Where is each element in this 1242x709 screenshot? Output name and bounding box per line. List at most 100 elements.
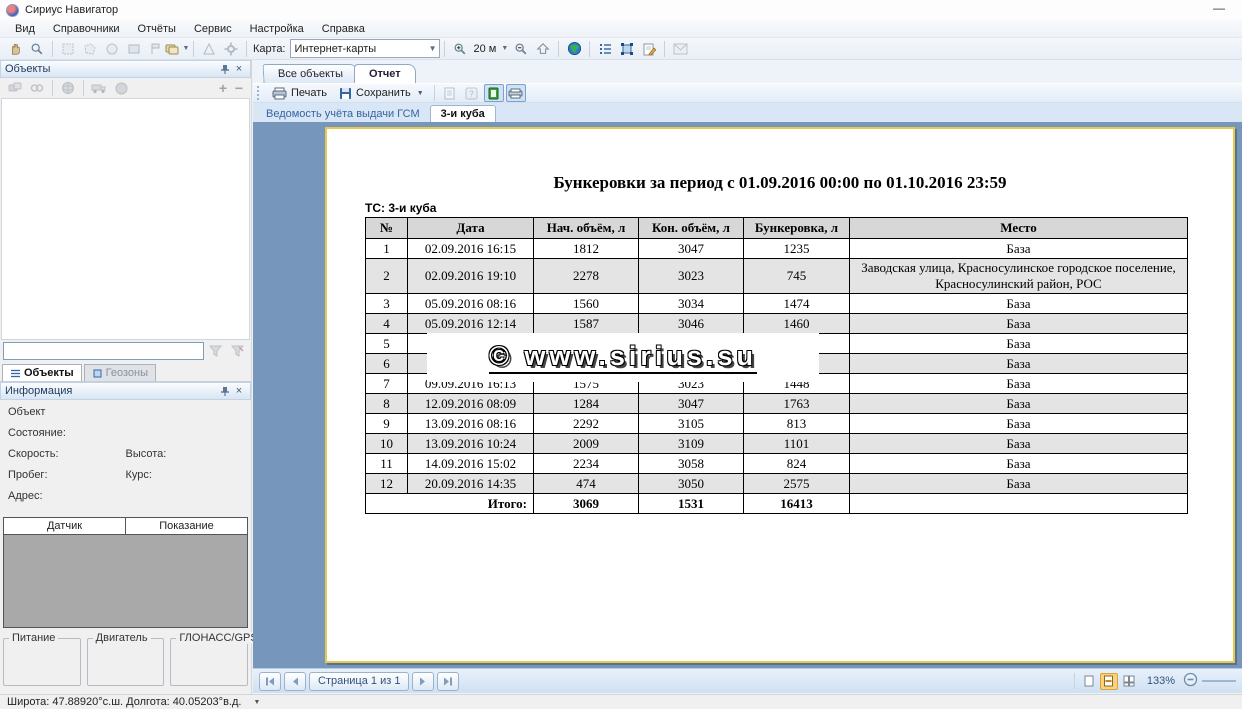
tab-all-objects[interactable]: Все объекты [263, 64, 359, 83]
print-button[interactable]: Печать [266, 86, 333, 101]
toolbar-separator [1074, 673, 1075, 689]
ruler-flag-icon[interactable] [146, 39, 166, 59]
first-page-button[interactable] [259, 672, 281, 691]
table-row: 3 05.09.2016 08:16 1560 3034 1474 База [366, 294, 1188, 314]
angle-measure-icon[interactable] [199, 39, 219, 59]
circle-select-icon[interactable] [102, 39, 122, 59]
print-layout-icon[interactable] [506, 84, 526, 102]
toolbar-grip[interactable] [257, 86, 262, 100]
next-page-button[interactable] [412, 672, 434, 691]
menu-item[interactable]: Настройка [241, 20, 313, 38]
objects-panel-header: Объекты × [0, 60, 251, 78]
status-dropdown-icon[interactable]: ▼ [253, 699, 260, 706]
menu-item[interactable]: Вид [6, 20, 44, 38]
remove-object-icon[interactable]: − [231, 80, 247, 96]
vehicle-group-icon[interactable] [5, 78, 25, 98]
menu-item[interactable]: Справочники [44, 20, 129, 38]
clear-filter-icon[interactable] [227, 341, 247, 361]
tab-gsm-report[interactable]: Ведомость учёта выдачи ГСМ [256, 106, 430, 122]
last-page-button[interactable] [437, 672, 459, 691]
home-icon[interactable] [533, 39, 553, 59]
status-bar: Широта: 47.88920°с.ш. Долгота: 40.05203°… [0, 694, 1242, 709]
page-setup-icon[interactable] [440, 84, 460, 102]
menu-item[interactable]: Справка [313, 20, 374, 38]
web-icon[interactable] [58, 78, 78, 98]
report-viewer[interactable]: Бункеровки за период с 01.09.2016 00:00 … [253, 122, 1242, 668]
zoom-in-icon[interactable] [450, 39, 470, 59]
info-panel-header: Информация × [0, 382, 251, 400]
app-window: Сириус Навигатор — Вид Справочники Отчёт… [0, 0, 1242, 709]
globe-icon[interactable] [564, 39, 584, 59]
page-indicator: Страница 1 из 1 [309, 672, 409, 691]
pan-hand-icon[interactable] [5, 39, 25, 59]
pin-icon[interactable] [218, 62, 232, 76]
single-page-view-icon[interactable] [1080, 673, 1098, 690]
tab-objects[interactable]: Объекты [2, 364, 82, 381]
menu-item[interactable]: Отчёты [129, 20, 185, 38]
settings-gear-icon[interactable] [221, 39, 241, 59]
report-sub-tabs: Ведомость учёта выдачи ГСМ 3-и куба [253, 103, 1242, 122]
truck-icon[interactable] [89, 78, 109, 98]
left-panel-tabs: Объекты Геозоны [0, 362, 251, 382]
toolbar-separator [193, 41, 194, 57]
zoom-out-icon[interactable] [511, 39, 531, 59]
table-row: 9 13.09.2016 08:16 2292 3105 813 База [366, 414, 1188, 434]
close-icon[interactable]: × [232, 62, 246, 76]
filter-input[interactable] [3, 342, 204, 360]
help-icon[interactable]: ? [462, 84, 482, 102]
objects-list[interactable] [1, 98, 250, 340]
toolbar-separator [434, 85, 435, 101]
track-list-icon[interactable] [595, 39, 615, 59]
status-groups: Питание Двигатель ГЛОНАСС/GPS [0, 628, 251, 686]
tab-report[interactable]: Отчет [354, 64, 416, 83]
rect-zoom-icon[interactable] [124, 39, 144, 59]
chevron-down-icon[interactable]: ▼ [501, 45, 508, 52]
table-row: 1 02.09.2016 16:15 1812 3047 1235 База [366, 239, 1188, 259]
toolbar-separator [52, 41, 53, 57]
edit-report-icon[interactable] [639, 39, 659, 59]
window-title: Сириус Навигатор [25, 4, 118, 16]
tab-3i-kuba[interactable]: 3-и куба [430, 105, 496, 122]
map-combobox-value: Интернет-карты [295, 43, 377, 55]
toolbar-separator [589, 41, 590, 57]
save-button[interactable]: Сохранить ▼ [333, 86, 430, 101]
save-dropdown-icon[interactable]: ▼ [417, 90, 424, 97]
zoom-scale-value[interactable]: 20 м [474, 43, 497, 55]
link-icon[interactable] [27, 78, 47, 98]
geofence-icon[interactable] [617, 39, 637, 59]
map-select-rect-icon[interactable] [58, 39, 78, 59]
multi-page-view-icon[interactable] [1120, 673, 1138, 690]
zoom-select-icon[interactable] [27, 39, 47, 59]
watermark: © www.sirius.su [427, 333, 819, 382]
altitude-label: Высота: [126, 448, 244, 460]
close-icon[interactable]: × [232, 384, 246, 398]
minimize-button[interactable]: — [1210, 2, 1228, 16]
total-end-volume: 1531 [639, 494, 744, 514]
tab-geozones[interactable]: Геозоны [84, 364, 156, 381]
map-combobox[interactable]: Интернет-карты ▼ [290, 39, 440, 58]
layers-icon[interactable]: ▼ [168, 39, 188, 59]
total-start-volume: 3069 [534, 494, 639, 514]
zoom-slider[interactable] [1202, 680, 1236, 682]
filter-icon[interactable] [205, 341, 225, 361]
coordinates-text: Широта: 47.88920°с.ш. Долгота: 40.05203°… [7, 696, 241, 708]
objects-toolbar: + − [0, 78, 251, 98]
map-label: Карта: [253, 43, 286, 55]
book-view-icon[interactable] [484, 84, 504, 102]
pin-icon[interactable] [218, 384, 232, 398]
zoom-out-slider-button[interactable] [1183, 672, 1198, 690]
report-title: Бункеровки за период с 01.09.2016 00:00 … [327, 173, 1233, 193]
mail-icon[interactable] [670, 39, 690, 59]
polygon-select-icon[interactable] [80, 39, 100, 59]
engine-groupbox: Двигатель [87, 638, 165, 686]
sphere-icon[interactable] [111, 78, 131, 98]
add-object-icon[interactable]: + [215, 80, 231, 96]
left-panel: Объекты × + − Объекты [0, 60, 252, 694]
pager-bar: Страница 1 из 1 133% [253, 668, 1242, 693]
prev-page-button[interactable] [284, 672, 306, 691]
menu-item[interactable]: Сервис [185, 20, 241, 38]
fit-width-view-icon[interactable] [1100, 673, 1118, 690]
course-label: Курс: [126, 469, 244, 481]
toolbar-separator [52, 80, 53, 96]
chevron-down-icon: ▼ [429, 44, 437, 53]
